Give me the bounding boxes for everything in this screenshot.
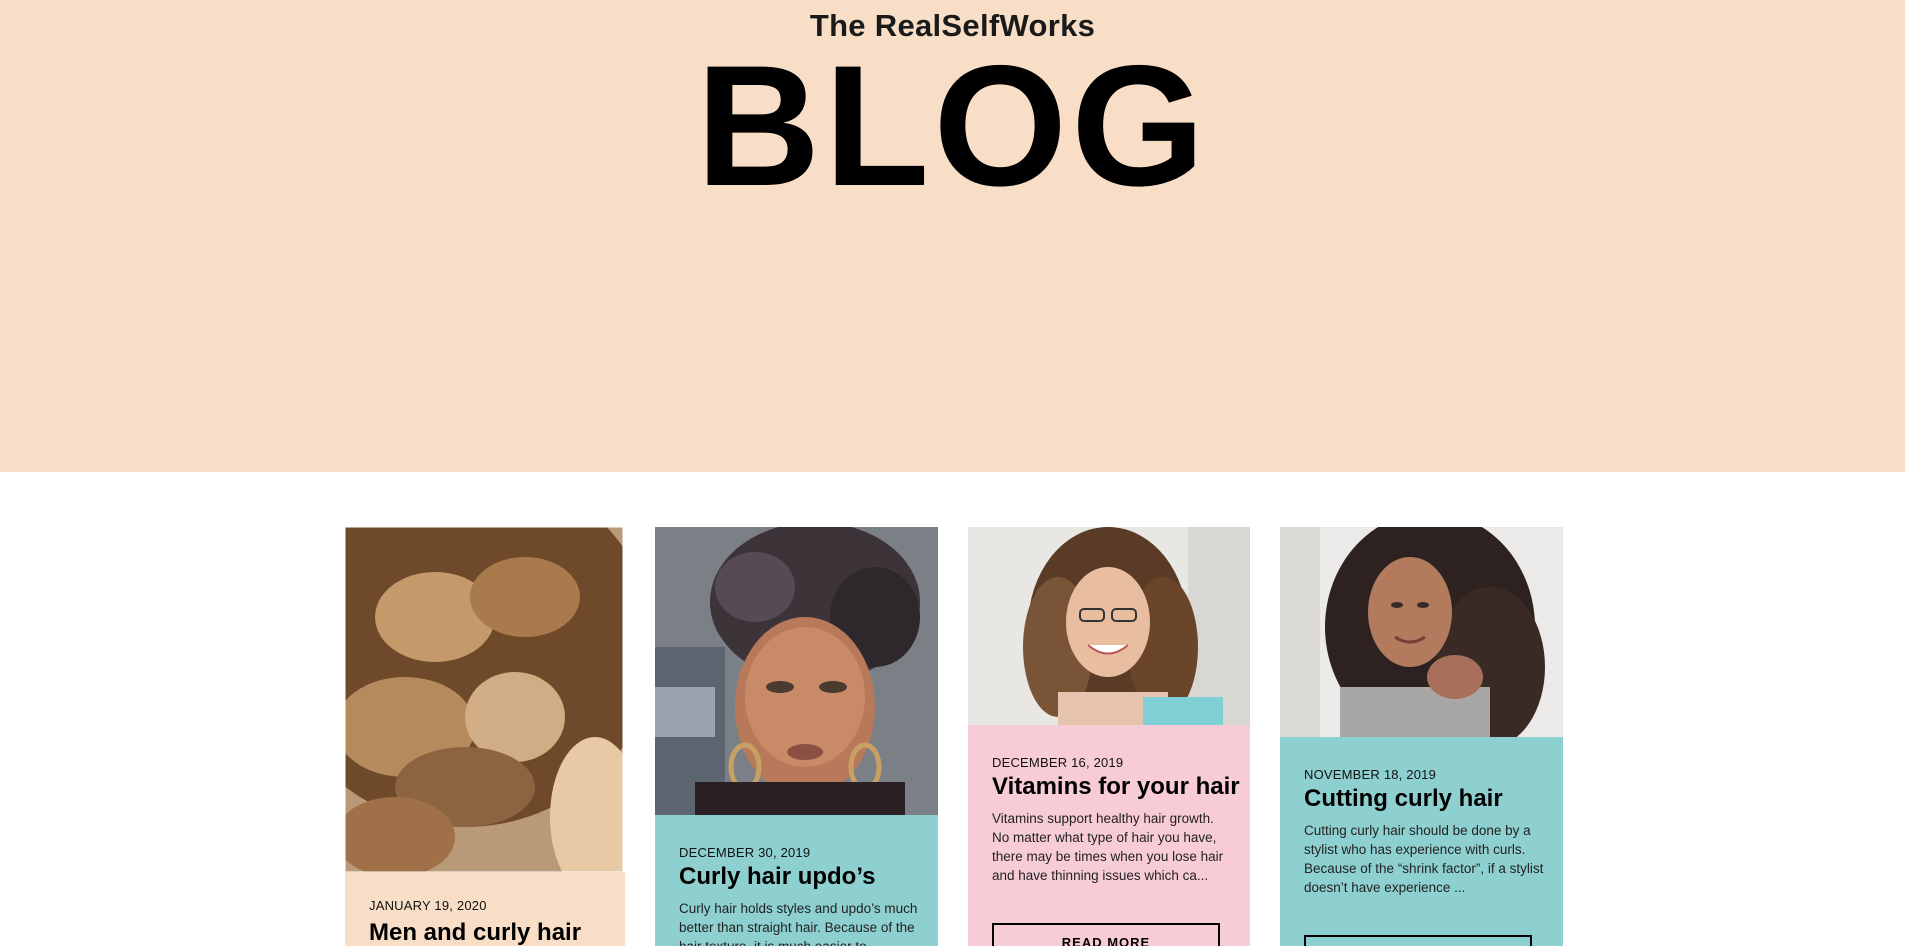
post-card-vitamins[interactable]: DECEMBER 16, 2019 Vitamins for your hair…: [968, 527, 1250, 946]
hero-banner: The RealSelfWorks BLOG: [0, 0, 1905, 472]
post-card-body: JANUARY 19, 2020 Men and curly hair: [345, 872, 625, 946]
post-card-body: DECEMBER 30, 2019 Curly hair updo’s Curl…: [655, 815, 938, 946]
post-image[interactable]: [655, 527, 938, 815]
post-date: DECEMBER 16, 2019: [992, 755, 1124, 770]
post-excerpt: Cutting curly hair should be done by a s…: [1304, 823, 1544, 895]
read-more-button[interactable]: READ MORE: [992, 923, 1220, 946]
post-card-curly-hair-updos[interactable]: DECEMBER 30, 2019 Curly hair updo’s Curl…: [655, 527, 938, 946]
post-image[interactable]: [345, 527, 623, 872]
post-card-cutting-curly-hair[interactable]: NOVEMBER 18, 2019 Cutting curly hair Cut…: [1280, 527, 1563, 946]
read-more-button[interactable]: [1304, 935, 1532, 946]
post-card-body: DECEMBER 16, 2019 Vitamins for your hair…: [968, 725, 1250, 946]
post-title[interactable]: Vitamins for your hair: [992, 773, 1240, 801]
post-excerpt: Curly hair holds styles and updo’s much …: [679, 901, 918, 946]
post-image[interactable]: [1280, 527, 1563, 737]
post-title[interactable]: Men and curly hair: [369, 919, 609, 946]
post-card-body: NOVEMBER 18, 2019 Cutting curly hair Cut…: [1280, 737, 1563, 946]
post-date: JANUARY 19, 2020: [369, 898, 487, 913]
post-card-men-curly-hair[interactable]: JANUARY 19, 2020 Men and curly hair: [345, 527, 625, 946]
post-date: DECEMBER 30, 2019: [679, 845, 811, 860]
post-title[interactable]: Cutting curly hair: [1304, 785, 1547, 813]
post-title[interactable]: Curly hair updo’s: [679, 863, 922, 891]
post-date: NOVEMBER 18, 2019: [1304, 767, 1437, 782]
post-image[interactable]: [968, 527, 1250, 725]
page-title: BLOG: [696, 30, 1209, 222]
post-excerpt: Vitamins support healthy hair growth. No…: [992, 811, 1224, 883]
